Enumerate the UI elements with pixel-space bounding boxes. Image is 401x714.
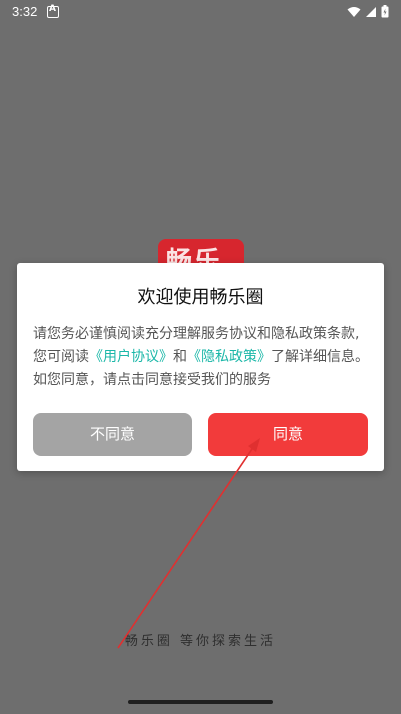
splash-slogan: 畅乐圈 等你探索生活 bbox=[124, 634, 277, 649]
user-agreement-link[interactable]: 《用户协议》 bbox=[89, 349, 173, 365]
wifi-icon bbox=[347, 6, 361, 17]
notification-icon bbox=[47, 4, 59, 18]
agree-button[interactable]: 同意 bbox=[208, 413, 368, 456]
dialog-body: 请您务必谨慎阅读充分理解服务协议和隐私政策条款,您可阅读《用户协议》和《隐私政策… bbox=[33, 323, 369, 392]
status-icons bbox=[347, 5, 389, 18]
disagree-button[interactable]: 不同意 bbox=[33, 413, 192, 456]
status-time: 3:32 bbox=[12, 4, 38, 19]
home-indicator[interactable] bbox=[128, 700, 273, 704]
dialog-title: 欢迎使用畅乐圈 bbox=[137, 287, 264, 308]
privacy-policy-link[interactable]: 《隐私政策》 bbox=[187, 349, 271, 365]
dialog-body-and: 和 bbox=[173, 349, 187, 365]
signal-icon bbox=[366, 6, 376, 17]
status-bar: 3:32 bbox=[0, 0, 401, 24]
battery-icon bbox=[381, 5, 389, 18]
privacy-dialog: 欢迎使用畅乐圈 请您务必谨慎阅读充分理解服务协议和隐私政策条款,您可阅读《用户协… bbox=[17, 263, 384, 471]
